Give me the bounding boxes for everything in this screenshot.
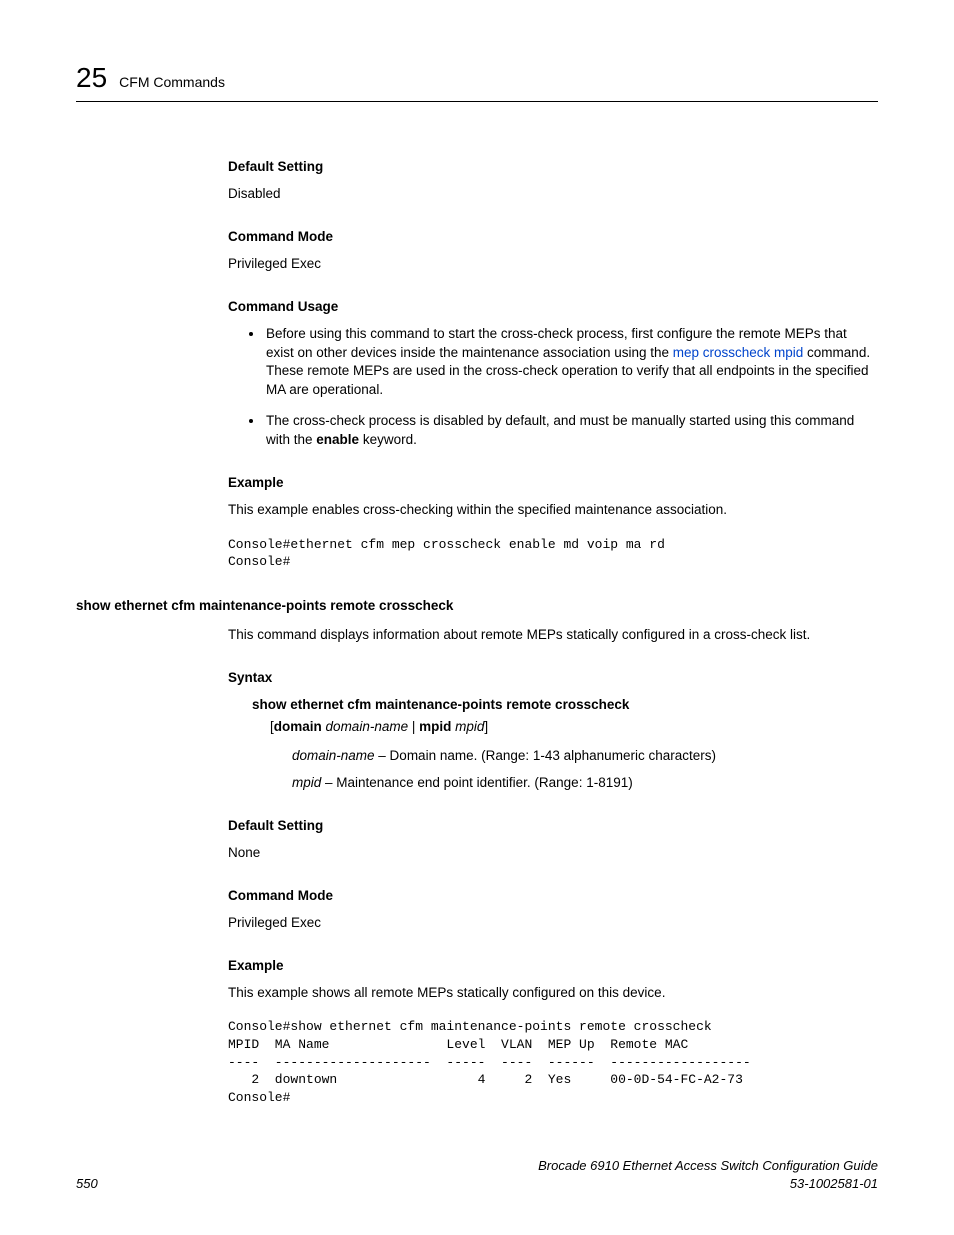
text-command-mode: Privileged Exec: [228, 255, 878, 274]
heading-command-mode-2: Command Mode: [228, 887, 878, 906]
text-default-setting: Disabled: [228, 185, 878, 204]
kw-domain: domain: [274, 719, 322, 734]
page-number: 550: [76, 1175, 98, 1193]
kw-mpid: mpid: [419, 719, 451, 734]
usage-item-2: The cross-check process is disabled by d…: [264, 412, 878, 450]
param-domain-name: domain-name – Domain name. (Range: 1-43 …: [292, 747, 878, 766]
usage-2-bold: enable: [316, 432, 359, 447]
syntax-args: [domain domain-name | mpid mpid]: [270, 718, 878, 737]
page-footer: 550 Brocade 6910 Ethernet Access Switch …: [76, 1157, 878, 1193]
body-content-2: This command displays information about …: [228, 626, 878, 1106]
heading-command-mode: Command Mode: [228, 228, 878, 247]
arg-mpid: mpid: [455, 719, 484, 734]
syntax-block: show ethernet cfm maintenance-points rem…: [252, 696, 878, 794]
param2-desc: – Maintenance end point identifier. (Ran…: [321, 775, 632, 790]
example-2-code: Console#show ethernet cfm maintenance-po…: [228, 1018, 878, 1106]
book-title: Brocade 6910 Ethernet Access Switch Conf…: [538, 1158, 878, 1173]
text-command-mode-2: Privileged Exec: [228, 914, 878, 933]
heading-example-2: Example: [228, 957, 878, 976]
chapter-number: 25: [76, 58, 107, 97]
body-content: Default Setting Disabled Command Mode Pr…: [228, 158, 878, 571]
heading-command-usage: Command Usage: [228, 298, 878, 317]
usage-2-post: keyword.: [359, 432, 417, 447]
heading-default-setting-2: Default Setting: [228, 817, 878, 836]
heading-syntax: Syntax: [228, 669, 878, 688]
param1-name: domain-name: [292, 748, 375, 763]
usage-item-1: Before using this command to start the c…: [264, 325, 878, 401]
example-2-desc: This example shows all remote MEPs stati…: [228, 984, 878, 1003]
syntax-line: show ethernet cfm maintenance-points rem…: [252, 696, 878, 715]
param2-name: mpid: [292, 775, 321, 790]
usage-list: Before using this command to start the c…: [228, 325, 878, 450]
heading-default-setting: Default Setting: [228, 158, 878, 177]
chapter-title: CFM Commands: [119, 73, 225, 93]
doc-id: 53-1002581-01: [790, 1176, 878, 1191]
example-1-desc: This example enables cross-checking with…: [228, 501, 878, 520]
example-1-code: Console#ethernet cfm mep crosscheck enab…: [228, 536, 878, 571]
page-header: 25 CFM Commands: [76, 58, 878, 102]
link-mep-crosscheck-mpid[interactable]: mep crosscheck mpid: [673, 345, 804, 360]
heading-example-1: Example: [228, 474, 878, 493]
arg-domain-name: domain-name: [326, 719, 409, 734]
footer-right: Brocade 6910 Ethernet Access Switch Conf…: [538, 1157, 878, 1193]
text-default-setting-2: None: [228, 844, 878, 863]
command-title-show-crosscheck: show ethernet cfm maintenance-points rem…: [76, 597, 878, 616]
page: 25 CFM Commands Default Setting Disabled…: [0, 0, 954, 1235]
param1-desc: – Domain name. (Range: 1-43 alphanumeric…: [375, 748, 716, 763]
cmd2-desc: This command displays information about …: [228, 626, 878, 645]
param-mpid: mpid – Maintenance end point identifier.…: [292, 774, 878, 793]
